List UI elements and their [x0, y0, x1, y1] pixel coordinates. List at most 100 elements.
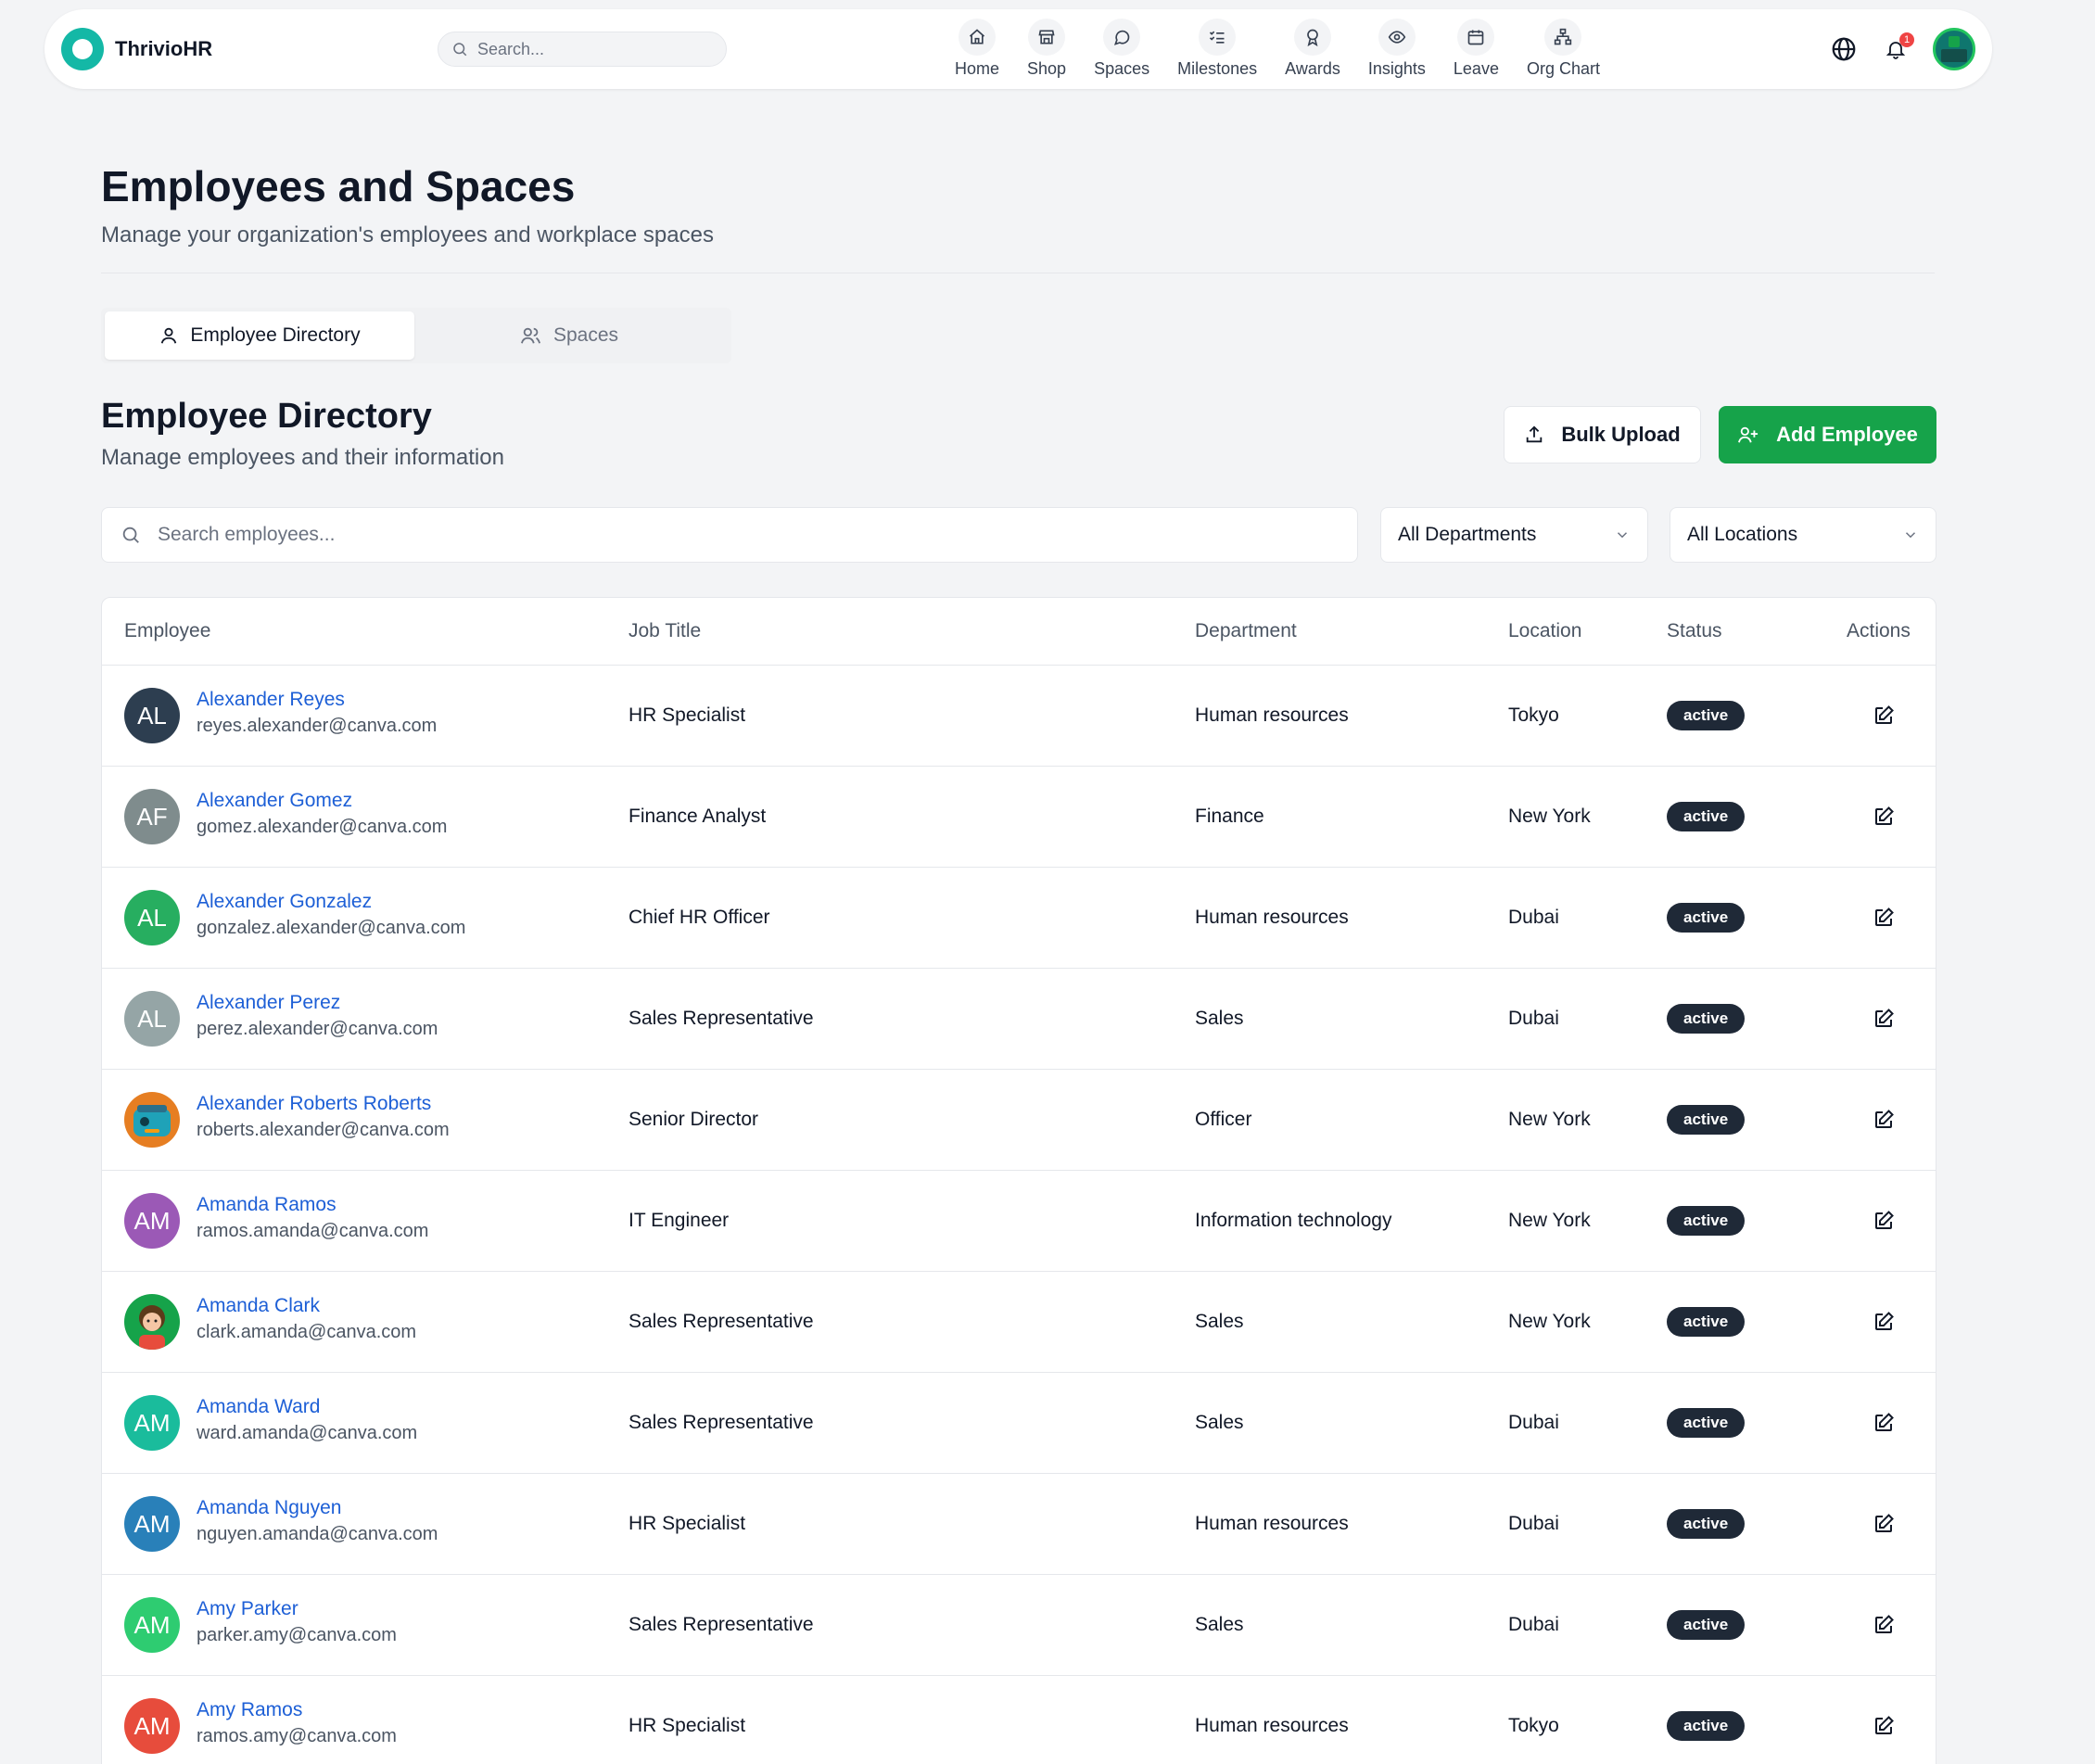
job-title: HR Specialist — [628, 704, 746, 726]
employee-name-link[interactable]: Amanda Ward — [197, 1395, 417, 1419]
job-title: Sales Representative — [628, 1614, 814, 1635]
avatar-initials: AM — [133, 1711, 171, 1740]
edit-button[interactable] — [1869, 1105, 1898, 1135]
avatar-initials: AF — [136, 802, 168, 831]
employee-search[interactable] — [101, 507, 1358, 563]
table-row: AM Amanda Ward ward.amanda@canva.com Sales … — [102, 1373, 1936, 1474]
employee-name-link[interactable]: Amy Ramos — [197, 1698, 397, 1722]
employee-name-link[interactable]: Alexander Perez — [197, 991, 438, 1015]
employee-table: Employee Job Title Department Location S… — [101, 597, 1936, 1764]
location: New York — [1508, 1210, 1591, 1231]
employee-info: Amy Parker parker.amy@canva.com — [197, 1597, 397, 1649]
employee-name-link[interactable]: Amanda Ramos — [197, 1193, 428, 1217]
table-row: AF Alexander Gomez gomez.alexander@canva.c… — [102, 767, 1936, 868]
notifications-button[interactable]: 1 — [1879, 32, 1914, 66]
employee-info: Alexander Perez perez.alexander@canva.com — [197, 991, 438, 1043]
table-row: AM Amy Ramos ramos.amy@canva.com HR Special… — [102, 1676, 1936, 1764]
employee-name-link[interactable]: Amanda Clark — [197, 1294, 416, 1318]
edit-button[interactable] — [1869, 1509, 1898, 1539]
table-row: AM Amanda Nguyen nguyen.amanda@canva.com HR… — [102, 1474, 1936, 1575]
department: Information technology — [1195, 1210, 1392, 1231]
location: Tokyo — [1508, 704, 1559, 726]
nav-awards[interactable]: Awards — [1285, 19, 1340, 79]
department: Finance — [1195, 806, 1264, 827]
checklist-icon — [1199, 19, 1237, 56]
department: Human resources — [1195, 1715, 1349, 1736]
app-logo[interactable]: ThrivioHR — [61, 28, 212, 70]
avatar — [124, 1092, 180, 1148]
edit-button[interactable] — [1869, 903, 1898, 933]
global-search[interactable] — [438, 32, 727, 67]
column-employee: Employee — [124, 620, 211, 641]
section-title: Employee Directory — [101, 397, 432, 436]
award-icon — [1294, 19, 1331, 56]
nav-org-chart[interactable]: Org Chart — [1527, 19, 1600, 79]
column-status: Status — [1667, 620, 1722, 641]
status-badge: active — [1667, 1408, 1746, 1438]
avatar: AM — [124, 1193, 180, 1249]
location: Dubai — [1508, 1513, 1559, 1534]
nav-spaces[interactable]: Spaces — [1094, 19, 1149, 79]
nav-insights[interactable]: Insights — [1368, 19, 1426, 79]
nav-insights-label: Insights — [1367, 59, 1426, 78]
edit-button[interactable] — [1869, 1408, 1898, 1438]
edit-button[interactable] — [1869, 1711, 1898, 1741]
tab-employee-directory[interactable]: Employee Directory — [105, 311, 414, 360]
user-avatar[interactable] — [1933, 28, 1975, 70]
tab-spaces[interactable]: Spaces — [414, 311, 724, 360]
employee-name-link[interactable]: Amanda Nguyen — [197, 1496, 438, 1520]
employee-email: reyes.alexander@canva.com — [197, 716, 438, 736]
nav-home[interactable]: Home — [955, 19, 999, 79]
location-select[interactable]: All Locations — [1670, 507, 1936, 563]
employee-email: ward.amanda@canva.com — [197, 1423, 418, 1443]
nav-org-chart-label: Org Chart — [1526, 59, 1600, 78]
user-icon — [161, 327, 177, 344]
table-row: AL Alexander Reyes reyes.alexander@canva.c… — [102, 666, 1936, 767]
tab-employee-directory-label: Employee Directory — [190, 324, 361, 346]
edit-button[interactable] — [1869, 1610, 1898, 1640]
edit-button[interactable] — [1869, 1206, 1898, 1236]
employee-info: Amanda Ramos ramos.amanda@canva.com — [197, 1193, 428, 1245]
home-icon — [959, 19, 996, 56]
employee-email: clark.amanda@canva.com — [197, 1322, 417, 1342]
employee-info: Alexander Roberts Roberts roberts.alexand… — [197, 1092, 450, 1144]
employee-name-link[interactable]: Amy Parker — [197, 1597, 397, 1621]
location: Dubai — [1508, 907, 1559, 928]
edit-button[interactable] — [1869, 701, 1898, 730]
edit-button[interactable] — [1869, 1307, 1898, 1337]
edit-icon — [1875, 1110, 1894, 1128]
department: Officer — [1195, 1109, 1252, 1130]
avatar-initials: AM — [133, 1206, 171, 1235]
section-subtitle: Manage employees and their information — [101, 445, 504, 470]
department-select-value: All Departments — [1398, 524, 1537, 545]
department: Human resources — [1195, 907, 1349, 928]
status-badge: active — [1667, 701, 1746, 730]
employee-name-link[interactable]: Alexander Gomez — [197, 789, 447, 813]
edit-icon — [1875, 1716, 1894, 1734]
edit-button[interactable] — [1869, 802, 1898, 831]
nav-leave-label: Leave — [1453, 59, 1499, 78]
view-tabs: Employee Directory Spaces — [101, 308, 731, 363]
employee-name-link[interactable]: Alexander Roberts Roberts — [197, 1092, 450, 1116]
nav-shop[interactable]: Shop — [1027, 19, 1066, 79]
main-nav: Home Shop Spaces Milestones Awards Insig… — [955, 19, 1628, 79]
avatar-illustration-icon — [133, 1105, 171, 1136]
language-button[interactable] — [1827, 32, 1860, 66]
global-search-input[interactable] — [477, 39, 700, 59]
status-badge: active — [1667, 903, 1746, 933]
edit-button[interactable] — [1869, 1004, 1898, 1034]
employee-name-link[interactable]: Alexander Gonzalez — [197, 890, 465, 914]
employee-info: Amanda Nguyen nguyen.amanda@canva.com — [197, 1496, 438, 1548]
edit-icon — [1875, 1615, 1894, 1633]
nav-milestones[interactable]: Milestones — [1177, 19, 1257, 79]
department-select[interactable]: All Departments — [1380, 507, 1648, 563]
add-employee-button[interactable]: Add Employee — [1719, 406, 1936, 463]
bulk-upload-button[interactable]: Bulk Upload — [1504, 406, 1701, 463]
employee-name-link[interactable]: Alexander Reyes — [197, 688, 437, 712]
edit-icon — [1875, 1312, 1894, 1330]
edit-icon — [1875, 907, 1894, 926]
job-title: HR Specialist — [628, 1715, 746, 1736]
employee-search-input[interactable] — [158, 524, 1270, 546]
add-user-icon — [1738, 426, 1759, 443]
nav-leave[interactable]: Leave — [1454, 19, 1499, 79]
